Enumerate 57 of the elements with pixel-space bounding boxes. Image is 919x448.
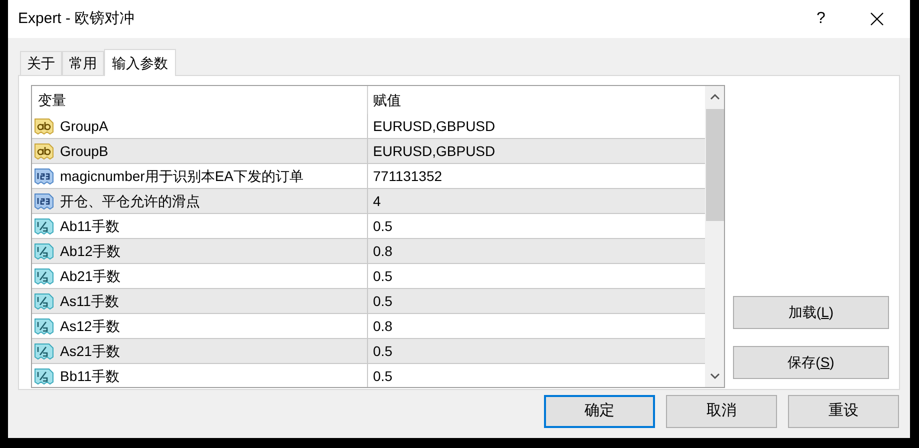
fraction-type-icon: [34, 342, 54, 360]
parameter-row[interactable]: Ab21手数 0.5: [32, 264, 705, 289]
parameter-value: 0.5: [372, 292, 392, 310]
parameter-value: 0.5: [372, 342, 392, 360]
parameter-name: Ab21手数: [60, 266, 121, 286]
parameter-row[interactable]: Ab12手数 0.8: [32, 239, 705, 264]
window-title: Expert - 欧镑对冲: [18, 8, 135, 29]
number-type-icon: [34, 167, 54, 185]
fraction-type-icon: [34, 317, 54, 335]
tab[interactable]: 输入参数: [104, 49, 176, 76]
scrollbar[interactable]: [705, 86, 724, 387]
parameter-row[interactable]: magicnumber用于识别本EA下发的订单 771131352: [32, 164, 705, 189]
fraction-type-icon: [34, 292, 54, 310]
parameter-name: Bb11手数: [60, 366, 120, 386]
fraction-type-icon: [34, 242, 54, 260]
parameter-row[interactable]: As11手数 0.5: [32, 289, 705, 314]
fraction-type-icon: [34, 267, 54, 285]
parameter-name: As11手数: [60, 292, 119, 310]
parameter-value: 0.5: [372, 216, 392, 236]
scrollbar-thumb[interactable]: [706, 109, 724, 221]
parameter-value: 0.5: [372, 266, 392, 286]
parameter-row[interactable]: As21手数 0.5: [32, 339, 705, 364]
parameter-value: EURUSD,GBPUSD: [372, 142, 496, 160]
parameter-row[interactable]: As12手数 0.8: [32, 314, 705, 339]
parameter-value: 0.8: [372, 316, 392, 336]
parameter-name: Ab11手数: [60, 216, 120, 236]
fraction-type-icon: [34, 367, 54, 385]
tab[interactable]: 常用: [62, 51, 104, 75]
fraction-type-icon: [34, 217, 54, 235]
column-header[interactable]: 赋值: [368, 86, 401, 114]
parameter-value: 771131352: [372, 166, 442, 186]
text-type-icon: [34, 117, 54, 135]
parameter-row[interactable]: 开仓、平仓允许的滑点 4: [32, 189, 705, 214]
parameter-name: As12手数: [60, 316, 120, 336]
help-button[interactable]: ?: [798, 4, 844, 34]
parameter-row[interactable]: Ab11手数 0.5: [32, 214, 705, 239]
parameter-row[interactable]: GroupB EURUSD,GBPUSD: [32, 139, 705, 164]
parameter-value: 0.8: [372, 242, 392, 260]
number-type-icon: [34, 192, 54, 210]
dialog-button[interactable]: 确定: [544, 395, 655, 428]
tab[interactable]: 关于: [20, 51, 62, 75]
parameter-value: 4: [372, 192, 381, 210]
parameter-name: 开仓、平仓允许的滑点: [60, 192, 200, 210]
dialog-button[interactable]: 重设: [788, 395, 899, 428]
dialog-button[interactable]: 取消: [666, 395, 777, 428]
parameter-name: GroupB: [60, 142, 108, 161]
side-button[interactable]: 加载(L): [733, 296, 889, 329]
close-icon: [870, 12, 884, 26]
text-type-icon: [34, 142, 54, 160]
parameter-name: Ab12手数: [60, 242, 121, 260]
parameter-value: EURUSD,GBPUSD: [372, 116, 496, 136]
parameter-name: GroupA: [60, 116, 108, 136]
parameter-name: magicnumber用于识别本EA下发的订单: [60, 166, 304, 186]
parameter-row[interactable]: GroupA EURUSD,GBPUSD: [32, 114, 705, 139]
parameter-name: As21手数: [60, 342, 120, 360]
side-button[interactable]: 保存(S): [733, 346, 889, 379]
parameter-value: 0.5: [372, 366, 392, 386]
